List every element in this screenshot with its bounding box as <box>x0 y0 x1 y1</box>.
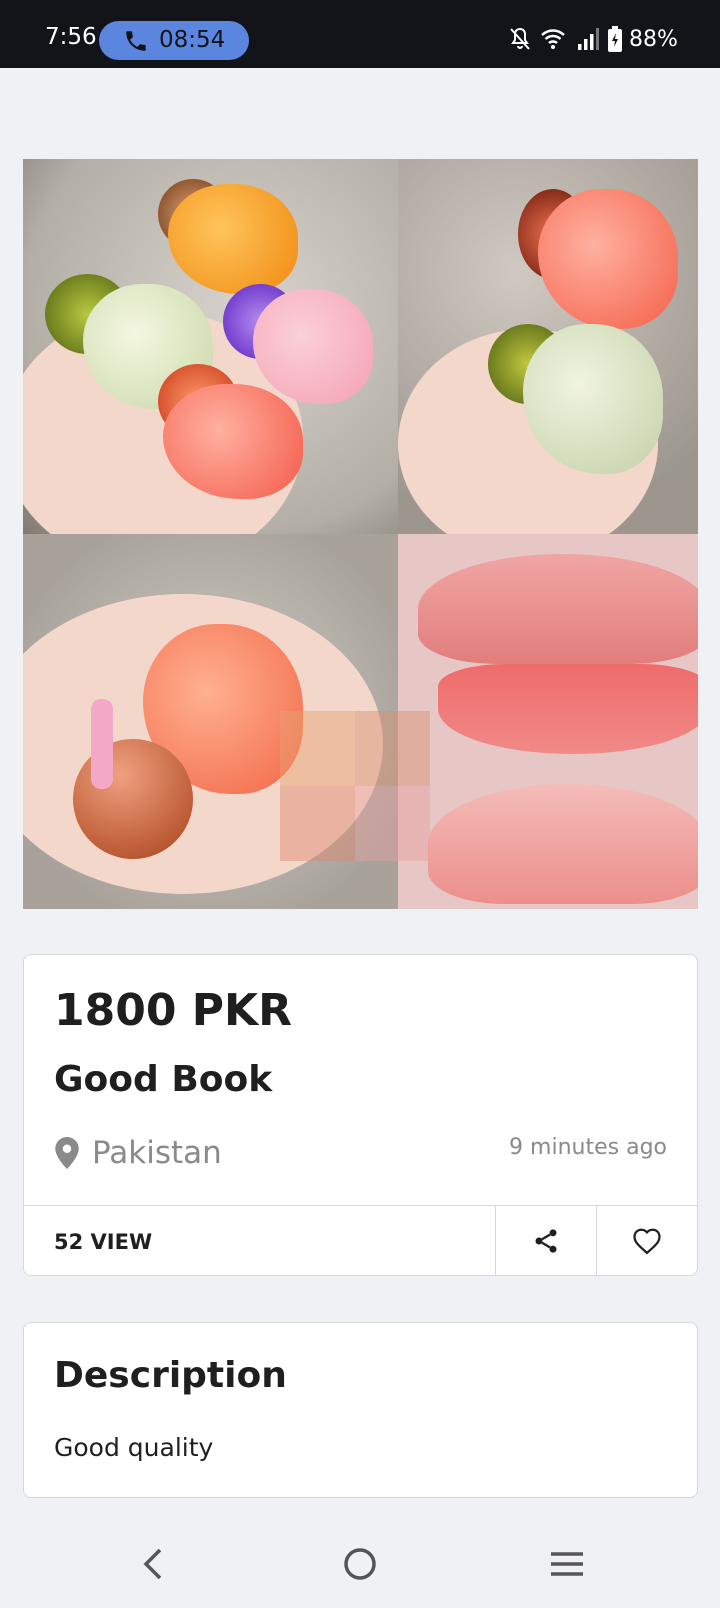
product-image[interactable] <box>23 159 698 909</box>
product-info-card: 1800 PKR Good Book Pakistan 9 minutes ag… <box>23 954 698 1276</box>
home-button[interactable] <box>330 1538 390 1590</box>
recent-apps-button[interactable] <box>537 1538 597 1590</box>
menu-lines-icon <box>551 1552 583 1576</box>
call-duration: 08:54 <box>159 27 226 53</box>
wifi-icon <box>541 29 565 49</box>
location-pin-icon <box>55 1137 79 1169</box>
product-title: Good Book <box>54 1059 273 1100</box>
product-photo-2 <box>398 159 698 534</box>
product-price: 1800 PKR <box>54 985 293 1036</box>
product-photo-1 <box>23 159 398 534</box>
product-location: Pakistan <box>92 1135 222 1171</box>
signal-icon <box>578 28 599 50</box>
share-icon <box>535 1228 557 1253</box>
view-count: 52 VIEW <box>54 1230 153 1254</box>
heart-outline-icon <box>633 1228 661 1254</box>
phone-icon <box>126 31 146 51</box>
battery-icon <box>608 26 622 52</box>
ongoing-call-pill[interactable]: 08:54 <box>99 21 249 60</box>
description-heading: Description <box>54 1355 287 1396</box>
product-photo-4 <box>398 534 698 909</box>
status-bar: 7:56 08:54 88% <box>0 0 720 68</box>
share-button[interactable] <box>496 1206 596 1275</box>
description-text: Good quality <box>54 1433 214 1462</box>
notifications-off-icon <box>510 27 530 50</box>
description-card: Description Good quality <box>23 1322 698 1498</box>
favorite-button[interactable] <box>597 1206 697 1275</box>
back-button[interactable] <box>123 1538 183 1590</box>
posted-time: 9 minutes ago <box>509 1135 667 1160</box>
battery-percent: 88% <box>629 27 678 52</box>
home-circle-icon <box>344 1548 376 1580</box>
back-chevron-icon <box>143 1548 162 1580</box>
image-thumbnail-overlay <box>280 711 430 861</box>
system-navigation-bar <box>0 1520 720 1608</box>
status-time: 7:56 <box>45 24 97 50</box>
